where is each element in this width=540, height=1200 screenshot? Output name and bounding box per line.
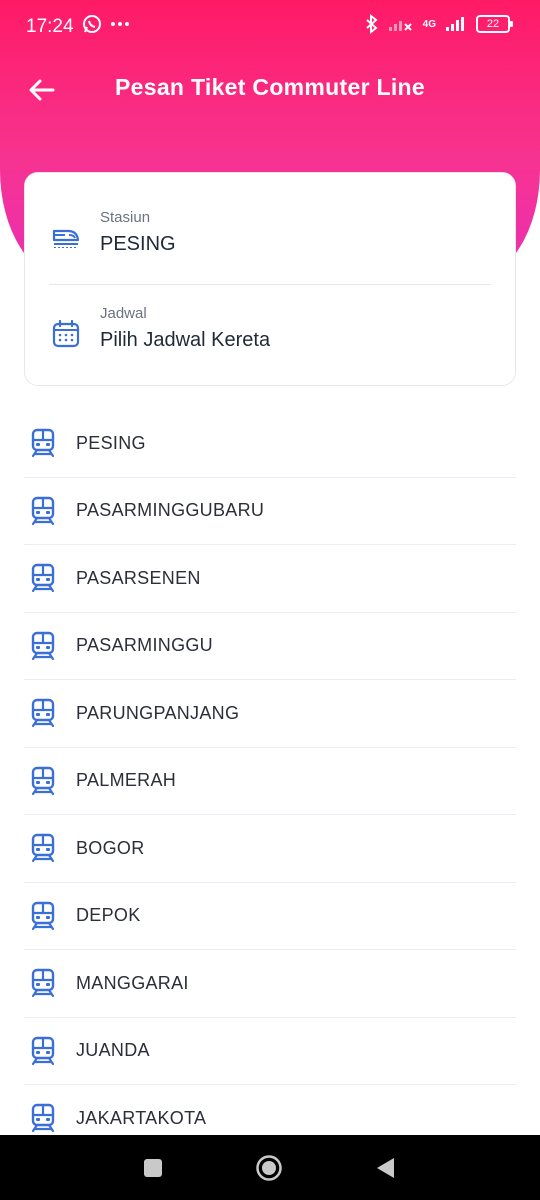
station-name: DEPOK — [76, 905, 141, 926]
home-button[interactable] — [254, 1153, 284, 1183]
train-front-icon — [26, 494, 60, 528]
station-name: JUANDA — [76, 1040, 150, 1061]
network-type-label: 4G — [422, 18, 436, 30]
system-back-button[interactable] — [370, 1153, 400, 1183]
schedule-value: Pilih Jadwal Kereta — [100, 329, 271, 351]
status-time: 17:24 — [26, 16, 74, 37]
station-list-item[interactable]: PESING — [24, 410, 516, 478]
station-list-item[interactable]: PARUNGPANJANG — [24, 680, 516, 748]
square-icon — [144, 1159, 162, 1177]
booking-card: Stasiun PESING Jadwal Pilih Jadwal Keret… — [24, 172, 516, 386]
station-list-item[interactable]: PALMERAH — [24, 748, 516, 815]
station-list-item[interactable]: MANGGARAI — [24, 950, 516, 1018]
station-name: PARUNGPANJANG — [76, 702, 240, 723]
battery-level: 22 — [486, 18, 500, 30]
station-label: Stasiun — [100, 209, 151, 226]
battery-icon: 22 — [476, 15, 513, 33]
train-front-icon — [26, 899, 60, 933]
station-name: PESING — [76, 432, 146, 453]
status-bar: 17:24 4G 22 — [0, 0, 540, 54]
station-field[interactable]: Stasiun PESING — [25, 189, 515, 285]
station-name: PALMERAH — [76, 770, 177, 791]
bluetooth-icon — [365, 14, 378, 34]
station-name: PASARMINGGU — [76, 635, 213, 656]
signal-sim2-icon — [446, 17, 464, 31]
station-list-item[interactable]: PASARSENEN — [24, 545, 516, 613]
system-navigation-bar — [0, 1135, 540, 1200]
train-front-icon — [26, 561, 60, 595]
train-front-icon — [26, 629, 60, 663]
train-front-icon — [26, 764, 60, 798]
signal-sim1-icon — [388, 21, 412, 31]
status-system-icons: 4G 22 — [365, 14, 513, 34]
page-title: Pesan Tiket Commuter Line — [115, 74, 425, 100]
station-list-item[interactable]: PASARMINGGUBARU — [24, 478, 516, 545]
schedule-label: Jadwal — [100, 305, 147, 322]
train-front-icon — [26, 696, 60, 730]
train-front-icon — [26, 426, 60, 460]
station-list-item[interactable]: JUANDA — [24, 1018, 516, 1085]
schedule-field[interactable]: Jadwal Pilih Jadwal Kereta — [25, 285, 515, 381]
station-list-item[interactable]: PASARMINGGU — [24, 613, 516, 680]
train-front-icon — [26, 1101, 60, 1135]
triangle-back-icon — [377, 1158, 394, 1178]
train-icon — [52, 229, 80, 248]
status-notification-icons — [82, 14, 130, 34]
calendar-icon — [52, 319, 80, 348]
train-front-icon — [26, 1034, 60, 1068]
station-value: PESING — [100, 233, 176, 255]
whatsapp-icon — [83, 15, 101, 33]
station-name: MANGGARAI — [76, 972, 189, 993]
train-front-icon — [26, 966, 60, 1000]
recents-button[interactable] — [138, 1153, 168, 1183]
circle-icon — [256, 1155, 282, 1181]
station-list-item[interactable]: DEPOK — [24, 883, 516, 950]
station-list-item[interactable]: BOGOR — [24, 815, 516, 883]
station-name: PASARSENEN — [76, 567, 201, 588]
station-name: PASARMINGGUBARU — [76, 500, 265, 521]
app-bar: Pesan Tiket Commuter Line — [0, 62, 540, 118]
more-notifications-icon — [111, 22, 129, 26]
station-list: PESING PASARMINGGUBARU PASARSENEN PASARMING… — [24, 410, 516, 1153]
station-name: BOGOR — [76, 837, 145, 858]
train-front-icon — [26, 831, 60, 865]
station-name: JAKARTAKOTA — [76, 1107, 207, 1128]
